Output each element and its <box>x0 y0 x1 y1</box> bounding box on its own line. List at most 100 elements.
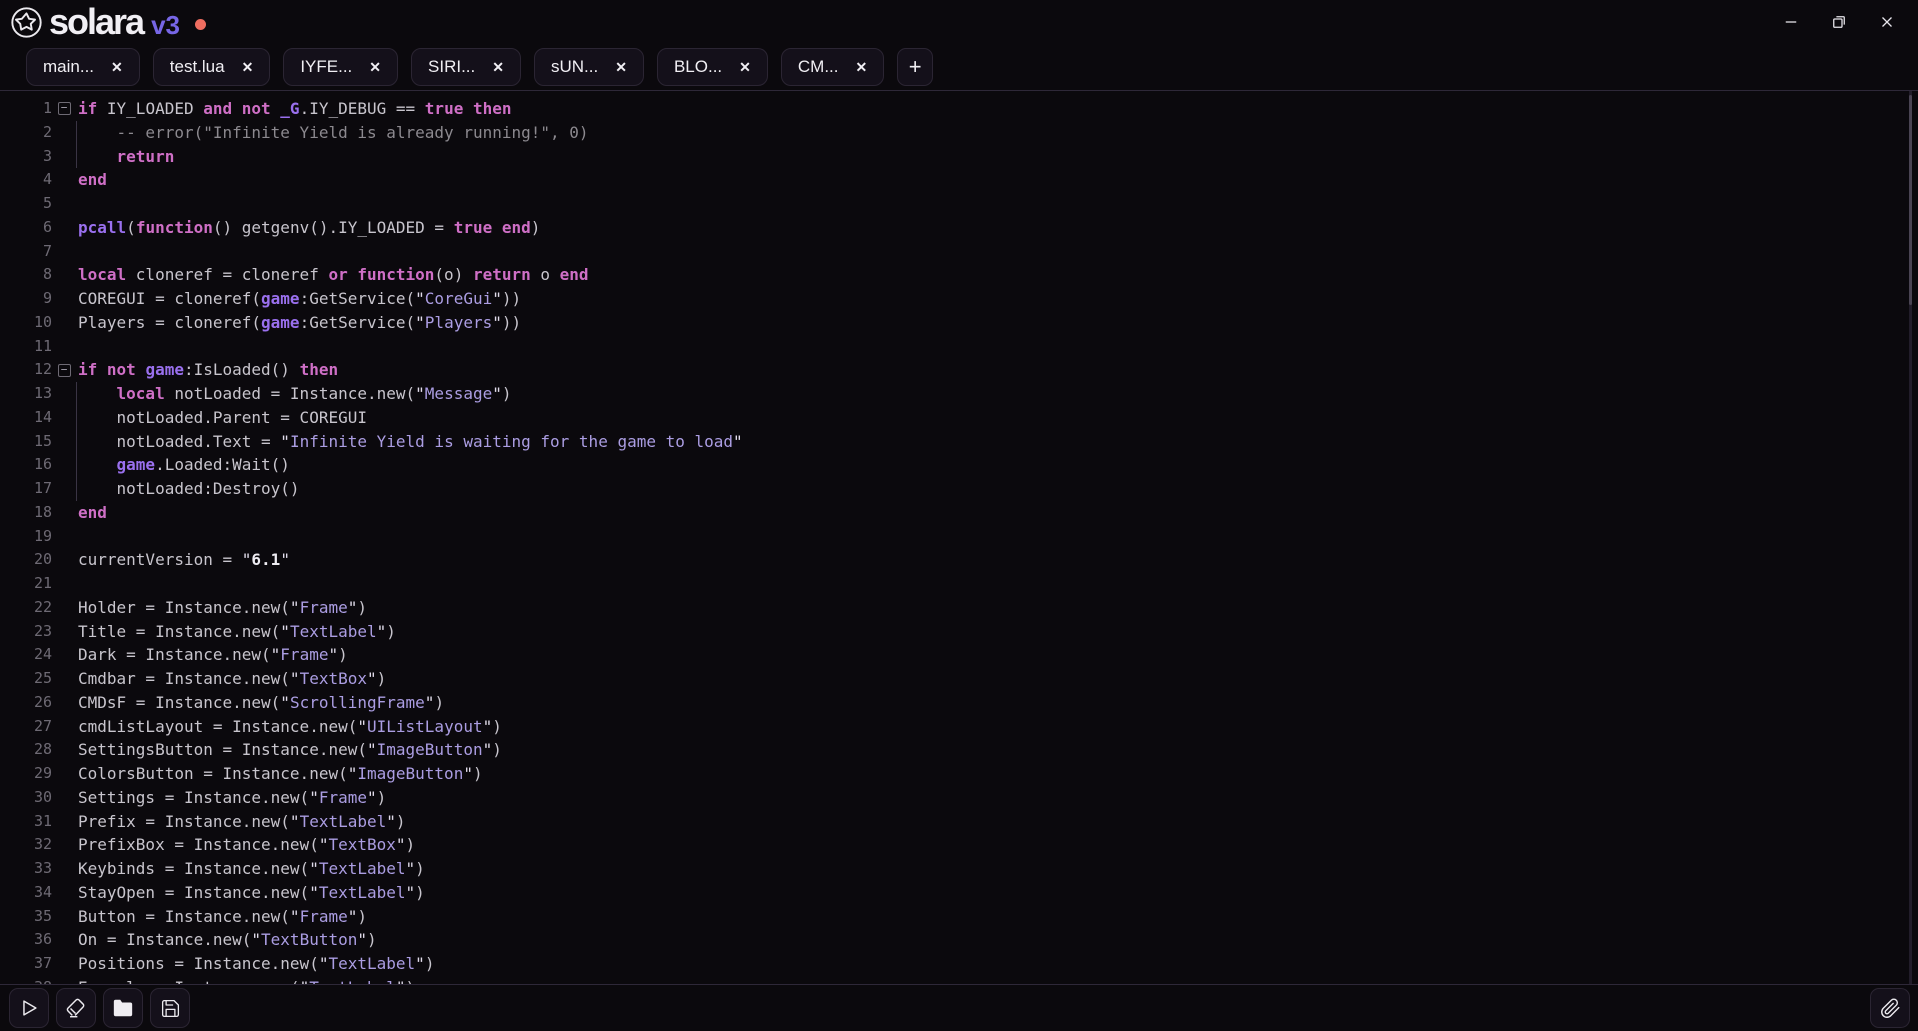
clear-button[interactable] <box>56 988 96 1028</box>
code-line-18[interactable]: 18end <box>0 501 1918 525</box>
code-line-25[interactable]: 25Cmdbar = Instance.new("TextBox") <box>0 667 1918 691</box>
fold-column <box>52 168 76 192</box>
tab-cm[interactable]: CM... ✕ <box>781 48 884 86</box>
code-line-27[interactable]: 27cmdListLayout = Instance.new("UIListLa… <box>0 715 1918 739</box>
code-line-14[interactable]: 14 notLoaded.Parent = COREGUI <box>0 406 1918 430</box>
tab-close-icon[interactable]: ✕ <box>615 60 627 74</box>
tab-blo[interactable]: BLO...✕ <box>657 48 768 86</box>
code-line-1[interactable]: 1−if IY_LOADED and not _G.IY_DEBUG == tr… <box>0 97 1918 121</box>
open-file-button[interactable] <box>103 988 143 1028</box>
line-number: 16 <box>0 453 52 477</box>
attach-button[interactable] <box>1870 988 1910 1028</box>
tab-main[interactable]: main...✕ <box>26 48 140 86</box>
fold-column <box>52 192 76 216</box>
tab-close-icon[interactable]: ✕ <box>242 60 254 74</box>
fold-collapse-icon[interactable]: − <box>58 364 71 377</box>
code-text: notLoaded.Text = "Infinite Yield is wait… <box>76 430 1918 454</box>
code-line-7[interactable]: 7 <box>0 240 1918 264</box>
code-line-3[interactable]: 3 return <box>0 145 1918 169</box>
fold-column <box>52 406 76 430</box>
code-line-15[interactable]: 15 notLoaded.Text = "Infinite Yield is w… <box>0 430 1918 454</box>
tab-test-lua[interactable]: test.lua✕ <box>153 48 271 86</box>
code-line-34[interactable]: 34 StayOpen = Instance.new("TextLabel") <box>0 881 1918 905</box>
code-text: game.Loaded:Wait() <box>76 453 1918 477</box>
code-text: PrefixBox = Instance.new("TextBox") <box>76 833 1918 857</box>
play-icon <box>18 997 40 1019</box>
line-number: 28 <box>0 738 52 762</box>
code-line-36[interactable]: 36On = Instance.new("TextButton") <box>0 928 1918 952</box>
code-text: CMDsF = Instance.new("ScrollingFrame") <box>76 691 1918 715</box>
tab-close-icon[interactable]: ✕ <box>855 60 867 74</box>
fold-collapse-icon[interactable]: − <box>58 102 71 115</box>
run-button[interactable] <box>9 988 49 1028</box>
code-line-38[interactable]: 38Example = Instance.new("TextLabel") <box>0 976 1918 985</box>
code-line-16[interactable]: 16 game.Loaded:Wait() <box>0 453 1918 477</box>
close-button[interactable] <box>1870 7 1904 37</box>
fold-column <box>52 596 76 620</box>
fold-column: − <box>52 358 76 382</box>
code-line-32[interactable]: 32PrefixBox = Instance.new("TextBox") <box>0 833 1918 857</box>
code-line-6[interactable]: 6pcall(function() getgenv().IY_LOADED = … <box>0 216 1918 240</box>
tab-bar: main...✕ test.lua✕ IYFE...✕ SIRI...✕ sUN...✕… <box>0 44 1918 90</box>
code-line-9[interactable]: 9COREGUI = cloneref(game:GetService("Cor… <box>0 287 1918 311</box>
restore-button[interactable] <box>1822 7 1856 37</box>
fold-column <box>52 620 76 644</box>
editor-scrollbar-thumb[interactable] <box>1909 95 1912 305</box>
code-line-29[interactable]: 29ColorsButton = Instance.new("ImageButt… <box>0 762 1918 786</box>
code-line-11[interactable]: 11 <box>0 335 1918 359</box>
code-line-5[interactable]: 5 <box>0 192 1918 216</box>
fold-column <box>52 952 76 976</box>
code-line-33[interactable]: 33Keybinds = Instance.new("TextLabel") <box>0 857 1918 881</box>
tab-sun[interactable]: sUN...✕ <box>534 48 644 86</box>
code-text: local notLoaded = Instance.new("Message"… <box>76 382 1918 406</box>
code-line-31[interactable]: 31Prefix = Instance.new("TextLabel") <box>0 810 1918 834</box>
line-number: 33 <box>0 857 52 881</box>
code-line-4[interactable]: 4end <box>0 168 1918 192</box>
tab-close-icon[interactable]: ✕ <box>111 60 123 74</box>
code-editor[interactable]: 1−if IY_LOADED and not _G.IY_DEBUG == tr… <box>0 90 1918 985</box>
tab-iyfe[interactable]: IYFE...✕ <box>283 48 398 86</box>
line-number: 22 <box>0 596 52 620</box>
code-line-21[interactable]: 21 <box>0 572 1918 596</box>
code-line-30[interactable]: 30Settings = Instance.new("Frame") <box>0 786 1918 810</box>
code-text: Button = Instance.new("Frame") <box>76 905 1918 929</box>
tab-siri[interactable]: SIRI...✕ <box>411 48 521 86</box>
code-line-10[interactable]: 10Players = cloneref(game:GetService("Pl… <box>0 311 1918 335</box>
tab-label: CM... <box>798 57 839 77</box>
line-number: 31 <box>0 810 52 834</box>
plus-icon: + <box>909 56 922 78</box>
close-icon <box>1878 13 1896 31</box>
code-line-19[interactable]: 19 <box>0 525 1918 549</box>
code-line-8[interactable]: 8local cloneref = cloneref or function(o… <box>0 263 1918 287</box>
code-line-20[interactable]: 20currentVersion = "6.1" <box>0 548 1918 572</box>
tab-close-icon[interactable]: ✕ <box>492 60 504 74</box>
code-line-13[interactable]: 13 local notLoaded = Instance.new("Messa… <box>0 382 1918 406</box>
tab-close-icon[interactable]: ✕ <box>369 60 381 74</box>
code-text: Dark = Instance.new("Frame") <box>76 643 1918 667</box>
fold-column: − <box>52 97 76 121</box>
line-number: 34 <box>0 881 52 905</box>
tab-close-icon[interactable]: ✕ <box>739 60 751 74</box>
code-text: cmdListLayout = Instance.new("UIListLayo… <box>76 715 1918 739</box>
fold-column <box>52 643 76 667</box>
code-text: StayOpen = Instance.new("TextLabel") <box>76 881 1918 905</box>
code-line-17[interactable]: 17 notLoaded:Destroy() <box>0 477 1918 501</box>
code-line-24[interactable]: 24 Dark = Instance.new("Frame") <box>0 643 1918 667</box>
code-line-37[interactable]: 37Positions = Instance.new("TextLabel") <box>0 952 1918 976</box>
code-line-28[interactable]: 28SettingsButton = Instance.new("ImageBu… <box>0 738 1918 762</box>
code-line-26[interactable]: 26CMDsF = Instance.new("ScrollingFrame") <box>0 691 1918 715</box>
code-line-35[interactable]: 35Button = Instance.new("Frame") <box>0 905 1918 929</box>
code-line-2[interactable]: 2 -- error("Infinite Yield is already ru… <box>0 121 1918 145</box>
toolbar-left-group <box>9 988 190 1028</box>
line-number: 2 <box>0 121 52 145</box>
code-text: On = Instance.new("TextButton") <box>76 928 1918 952</box>
code-line-12[interactable]: 12−if not game:IsLoaded() then <box>0 358 1918 382</box>
save-button[interactable] <box>150 988 190 1028</box>
code-line-22[interactable]: 22Holder = Instance.new("Frame") <box>0 596 1918 620</box>
minimize-button[interactable] <box>1774 7 1808 37</box>
code-line-23[interactable]: 23Title = Instance.new("TextLabel") <box>0 620 1918 644</box>
code-text: COREGUI = cloneref(game:GetService("Core… <box>76 287 1918 311</box>
line-number: 24 <box>0 643 52 667</box>
new-tab-button[interactable]: + <box>897 48 933 86</box>
line-number: 11 <box>0 335 52 359</box>
